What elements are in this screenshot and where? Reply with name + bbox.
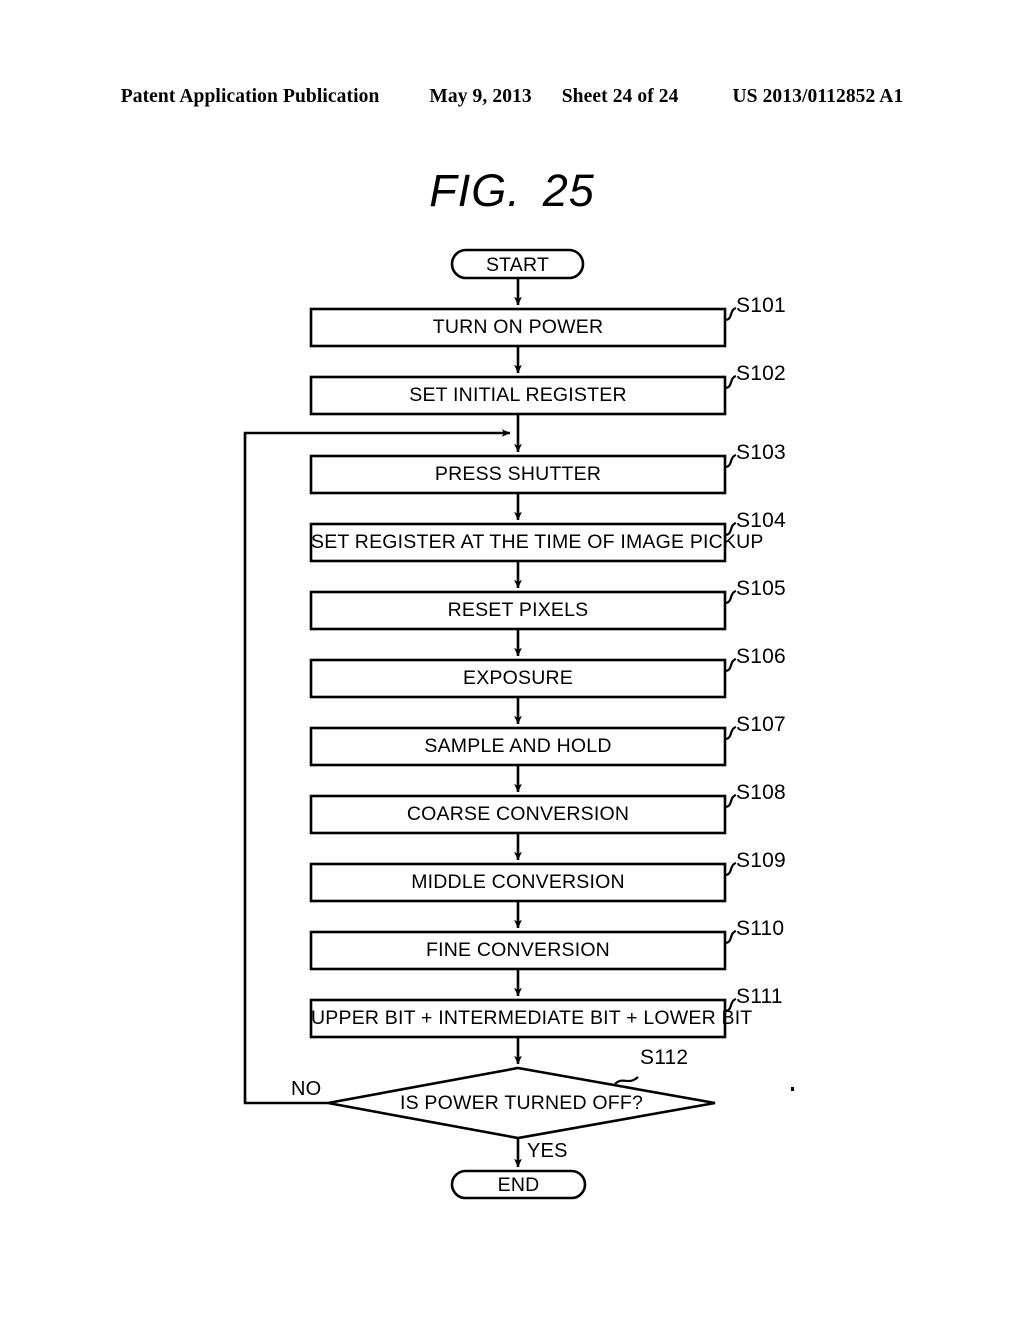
step-ref-s112: S112 bbox=[640, 1046, 689, 1069]
step-ref-s110: S110 bbox=[736, 917, 785, 940]
step-ref-s107: S107 bbox=[736, 713, 786, 736]
flowchart-diagram: START TURN ON POWER SET INITIAL REGISTER… bbox=[0, 0, 1024, 1320]
process-label-s102: SET INITIAL REGISTER bbox=[409, 384, 627, 406]
step-ref-s103: S103 bbox=[736, 441, 786, 464]
lead-line-s109 bbox=[724, 861, 737, 877]
step-ref-s102: S102 bbox=[736, 362, 786, 385]
process-label-s106: EXPOSURE bbox=[463, 667, 573, 689]
lead-line-s102 bbox=[724, 374, 737, 390]
start-terminal-label: START bbox=[485, 254, 550, 276]
step-ref-s111: S111 bbox=[736, 985, 783, 1008]
process-label-s107: SAMPLE AND HOLD bbox=[424, 735, 612, 757]
step-ref-s108: S108 bbox=[736, 781, 786, 804]
process-label-s104: SET REGISTER AT THE TIME OF IMAGE PICKUP bbox=[311, 531, 764, 553]
flowchart-graphics bbox=[243, 248, 737, 1200]
step-ref-s101: S101 bbox=[736, 294, 786, 317]
step-ref-s105: S105 bbox=[736, 577, 786, 600]
lead-line-s101 bbox=[724, 306, 737, 322]
lead-line-s106 bbox=[724, 657, 737, 673]
process-label-s105: RESET PIXELS bbox=[447, 599, 589, 621]
lead-line-s108 bbox=[724, 793, 737, 809]
lead-line-s110 bbox=[724, 929, 737, 945]
lead-line-s107 bbox=[724, 725, 737, 741]
process-label-s108: COARSE CONVERSION bbox=[406, 803, 630, 825]
decision-label: IS POWER TURNED OFF? bbox=[399, 1092, 644, 1114]
end-terminal-label: END bbox=[497, 1174, 540, 1196]
lead-line-s103 bbox=[724, 453, 737, 469]
process-label-s111: UPPER BIT + INTERMEDIATE BIT + LOWER BIT bbox=[311, 1007, 753, 1029]
step-ref-s104: S104 bbox=[736, 509, 786, 532]
branch-label-no: NO bbox=[291, 1078, 322, 1100]
process-label-s110: FINE CONVERSION bbox=[426, 939, 610, 961]
process-label-s103: PRESS SHUTTER bbox=[434, 463, 602, 485]
step-ref-s106: S106 bbox=[736, 645, 786, 668]
branch-label-yes: YES bbox=[527, 1140, 568, 1162]
process-label-s109: MIDDLE CONVERSION bbox=[411, 871, 625, 893]
scan-artifact-speck bbox=[791, 1087, 794, 1091]
step-ref-s109: S109 bbox=[736, 849, 786, 872]
process-label-s101: TURN ON POWER bbox=[432, 316, 604, 338]
lead-line-s105 bbox=[724, 589, 737, 605]
lead-line-s112 bbox=[614, 1076, 639, 1085]
